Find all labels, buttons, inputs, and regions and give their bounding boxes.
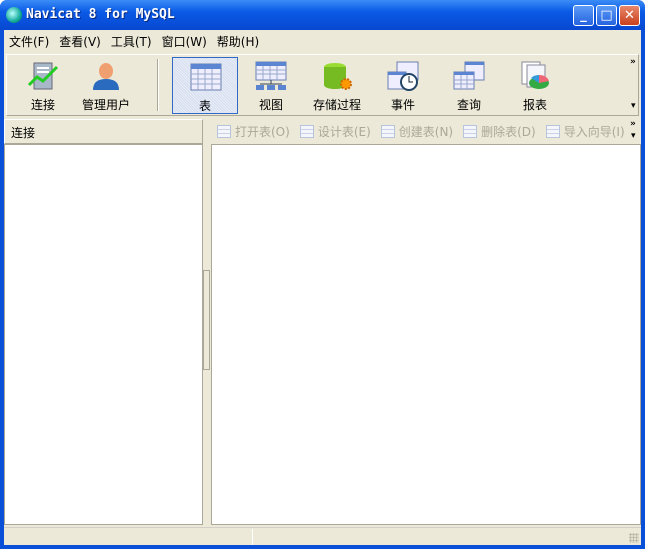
resize-grip-icon[interactable] <box>629 533 639 543</box>
title-bar: Navicat 8 for MySQL _ □ ✕ <box>0 0 645 30</box>
toolbar-options-dropdown[interactable]: ▾ <box>631 101 636 111</box>
menu-help[interactable]: 帮助(H) <box>212 30 264 52</box>
panel-splitter[interactable] <box>203 270 210 370</box>
user-icon <box>93 63 119 90</box>
status-bar <box>4 527 641 545</box>
toolbar-label: 存储过程 <box>312 98 361 112</box>
toolbar-more-button[interactable]: » <box>630 57 636 67</box>
procedure-icon <box>324 63 352 90</box>
menu-file[interactable]: 文件(F) <box>4 30 54 52</box>
toolbar-view-button[interactable]: 视图 <box>238 57 304 114</box>
new-table-icon <box>380 125 395 138</box>
connection-panel: 连接 <box>4 119 203 525</box>
object-toolbar-more-button[interactable]: » <box>630 119 636 129</box>
object-list[interactable] <box>211 144 641 525</box>
menu-window[interactable]: 窗口(W) <box>157 30 212 52</box>
design-table-button[interactable]: 设计表(E) <box>299 123 371 140</box>
toolbar-label: 视图 <box>258 98 283 112</box>
main-toolbar: 连接 管理用户 表 视图 存储过程 事件 查询 报表 » ▾ <box>6 54 639 116</box>
app-window: Navicat 8 for MySQL _ □ ✕ 文件(F) 查看(V) 工具… <box>0 0 645 549</box>
design-table-icon <box>299 125 314 138</box>
open-table-button[interactable]: 打开表(O) <box>217 123 290 140</box>
delete-table-button[interactable]: 删除表(D) <box>463 123 536 140</box>
toolbar-event-button[interactable]: 事件 <box>370 57 436 114</box>
menu-bar: 文件(F) 查看(V) 工具(T) 窗口(W) 帮助(H) <box>4 30 641 52</box>
new-table-label: 创建表(N) <box>398 125 454 139</box>
toolbar-separator <box>157 59 159 111</box>
toolbar-connection-button[interactable]: 连接 <box>10 57 76 114</box>
design-table-label: 设计表(E) <box>317 125 371 139</box>
connection-panel-header: 连接 <box>4 119 203 144</box>
toolbar-manage-users-button[interactable]: 管理用户 <box>73 57 139 114</box>
toolbar-label: 管理用户 <box>81 98 130 112</box>
close-button[interactable]: ✕ <box>619 5 640 26</box>
minimize-button[interactable]: _ <box>573 5 594 26</box>
toolbar-query-button[interactable]: 查询 <box>436 57 502 114</box>
toolbar-label: 报表 <box>522 98 547 112</box>
table-icon <box>190 63 222 91</box>
view-icon <box>255 61 287 90</box>
connection-tree[interactable] <box>4 144 203 525</box>
object-toolbar-dropdown[interactable]: ▾ <box>631 131 636 141</box>
open-table-label: 打开表(O) <box>235 125 290 139</box>
window-title: Navicat 8 for MySQL <box>26 7 175 22</box>
connection-icon <box>27 62 59 90</box>
import-wizard-label: 导入向导(I) <box>563 125 625 139</box>
maximize-button[interactable]: □ <box>596 5 617 26</box>
toolbar-label: 事件 <box>390 98 415 112</box>
menu-tools[interactable]: 工具(T) <box>106 30 157 52</box>
open-table-icon <box>217 125 231 138</box>
navicat-logo-icon <box>6 7 22 23</box>
toolbar-procedure-button[interactable]: 存储过程 <box>304 57 370 114</box>
delete-table-label: 删除表(D) <box>481 125 536 139</box>
query-icon <box>453 61 485 90</box>
toolbar-label: 连接 <box>30 98 55 112</box>
event-icon <box>387 61 419 91</box>
object-toolbar: 打开表(O) 设计表(E) 创建表(N) 删除表(D) 导入向导(I) » ▾ <box>211 119 641 144</box>
report-icon <box>521 61 549 89</box>
toolbar-report-button[interactable]: 报表 <box>502 57 568 114</box>
import-wizard-icon <box>545 125 560 138</box>
menu-view[interactable]: 查看(V) <box>54 30 106 52</box>
status-pane <box>4 529 253 545</box>
new-table-button[interactable]: 创建表(N) <box>380 123 454 140</box>
toolbar-table-button[interactable]: 表 <box>172 57 238 114</box>
toolbar-label: 查询 <box>456 98 481 112</box>
toolbar-label: 表 <box>198 99 211 113</box>
delete-table-icon <box>463 125 478 138</box>
import-wizard-button[interactable]: 导入向导(I) <box>545 123 625 140</box>
client-area: 文件(F) 查看(V) 工具(T) 窗口(W) 帮助(H) 连接 管理用户 表 … <box>4 30 641 545</box>
